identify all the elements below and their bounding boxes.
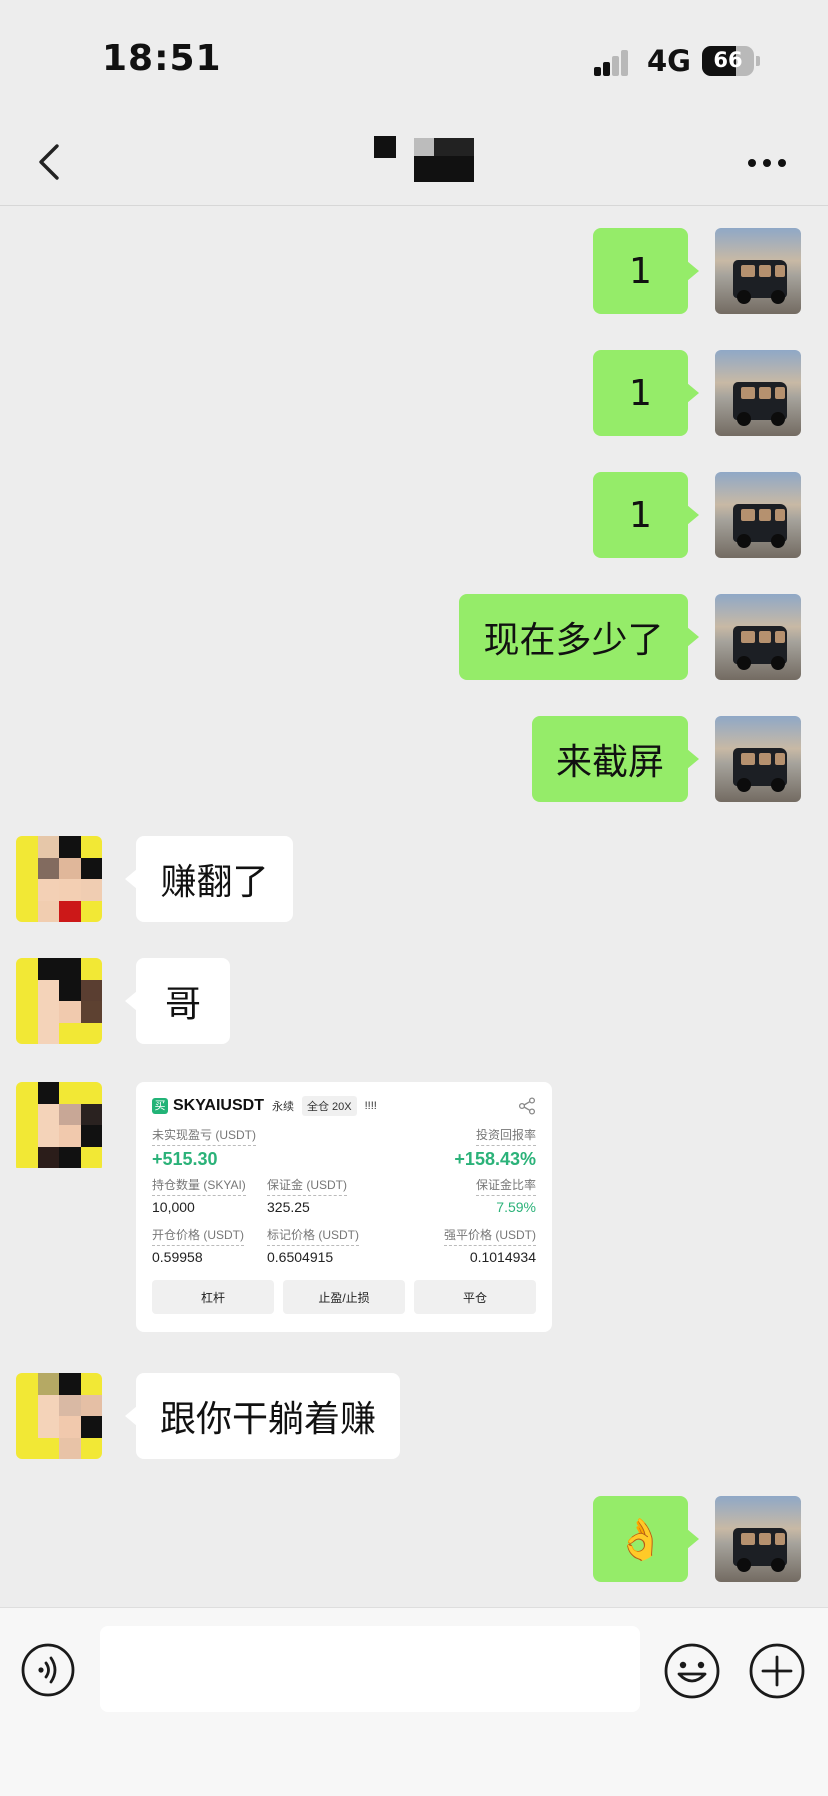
liq-price-value: 0.1014934 (469, 1249, 536, 1265)
card-row-prices: 开仓价格 (USDT) 0.59958 标记价格 (USDT) 0.650491… (152, 1226, 536, 1272)
my-avatar[interactable] (715, 350, 801, 436)
message-bubble[interactable]: 1 (593, 472, 699, 558)
nav-bar (0, 120, 828, 206)
margin-ratio-value: 7.59% (496, 1199, 536, 1215)
chevron-left-icon (39, 144, 59, 180)
size-value: 10,000 (152, 1199, 195, 1215)
roi-value: +158.43% (454, 1149, 536, 1169)
card-symbol: SKYAIUSDT (173, 1097, 264, 1114)
message-bubble[interactable]: 赚翻了 (125, 836, 293, 922)
share-icon[interactable] (518, 1097, 536, 1115)
my-avatar[interactable] (715, 1496, 801, 1582)
chat-title-redacted (370, 136, 490, 188)
buy-badge: 买 (152, 1098, 168, 1114)
tpsl-button[interactable]: 止盈/止损 (283, 1280, 405, 1314)
my-avatar[interactable] (715, 594, 801, 680)
status-bar: 18:51 4G 66 (0, 0, 828, 120)
card-buttons: 杠杆 止盈/止损 平仓 (152, 1280, 536, 1314)
entry-price-value: 0.59958 (152, 1249, 203, 1265)
liq-price-label: 强平价格 (USDT) (444, 1226, 536, 1246)
network-type: 4G (647, 44, 691, 78)
my-avatar[interactable] (715, 472, 801, 558)
status-time: 18:51 (102, 38, 222, 79)
margin-label: 保证金 (USDT) (267, 1176, 347, 1196)
size-label: 持仓数量 (SKYAI) (152, 1176, 246, 1196)
position-card[interactable]: 买 SKYAIUSDT 永续 全仓 20X !!!! 未实现盈亏 (USDT) … (136, 1082, 552, 1332)
more-button[interactable] (740, 138, 794, 188)
roi-label: 投资回报率 (475, 1126, 536, 1146)
card-row-size: 持仓数量 (SKYAI) 10,000 保证金 (USDT) 325.25 保证… (152, 1176, 536, 1222)
back-button[interactable] (24, 136, 74, 188)
battery-icon: 66 (702, 46, 754, 76)
message-bubble[interactable]: 现在多少了 (459, 594, 699, 680)
leverage-button[interactable]: 杠杆 (152, 1280, 274, 1314)
mark-price-value: 0.6504915 (267, 1249, 334, 1265)
message-bubble[interactable]: 👌 (593, 1496, 699, 1582)
card-tag-leverage: 全仓 20X (301, 1096, 357, 1116)
chat-area[interactable]: 1 1 1 现在多少了 来截屏 赚翻了 哥 买 SKYAIUSDT 永续 全仓 … (0, 207, 828, 1607)
pnl-value: +515.30 (152, 1149, 218, 1169)
plus-icon[interactable] (748, 1642, 806, 1700)
my-avatar[interactable] (715, 716, 801, 802)
message-bubble[interactable]: 来截屏 (532, 716, 699, 802)
contact-avatar[interactable] (16, 1082, 102, 1172)
card-header: 买 SKYAIUSDT 永续 全仓 20X !!!! (152, 1094, 536, 1118)
card-row-pnl: 未实现盈亏 (USDT) +515.30 投资回报率 +158.43% (152, 1126, 536, 1172)
emoji-icon[interactable] (663, 1642, 721, 1700)
contact-avatar[interactable] (16, 1373, 102, 1459)
entry-price-label: 开仓价格 (USDT) (152, 1226, 244, 1246)
battery-tip (756, 56, 760, 66)
battery-percent: 66 (713, 48, 743, 72)
message-input[interactable] (100, 1626, 640, 1712)
input-bar (0, 1607, 828, 1796)
voice-icon[interactable] (20, 1642, 76, 1698)
message-bubble[interactable]: 跟你干躺着赚 (125, 1373, 400, 1459)
signal-icon (594, 48, 638, 76)
contact-avatar[interactable] (16, 836, 102, 922)
message-bubble[interactable]: 1 (593, 228, 699, 314)
card-tag-perpetual: 永续 (271, 1101, 294, 1113)
margin-value: 325.25 (267, 1199, 310, 1215)
more-dots-icon (748, 159, 756, 167)
message-bubble[interactable]: 哥 (125, 958, 230, 1044)
margin-ratio-label: 保证金比率 (475, 1176, 536, 1196)
contact-avatar[interactable] (16, 958, 102, 1044)
message-bubble[interactable]: 1 (593, 350, 699, 436)
pnl-label: 未实现盈亏 (USDT) (152, 1126, 256, 1146)
close-position-button[interactable]: 平仓 (414, 1280, 536, 1314)
my-avatar[interactable] (715, 228, 801, 314)
mark-price-label: 标记价格 (USDT) (267, 1226, 359, 1246)
card-tag-strength: !!!! (364, 1100, 377, 1112)
